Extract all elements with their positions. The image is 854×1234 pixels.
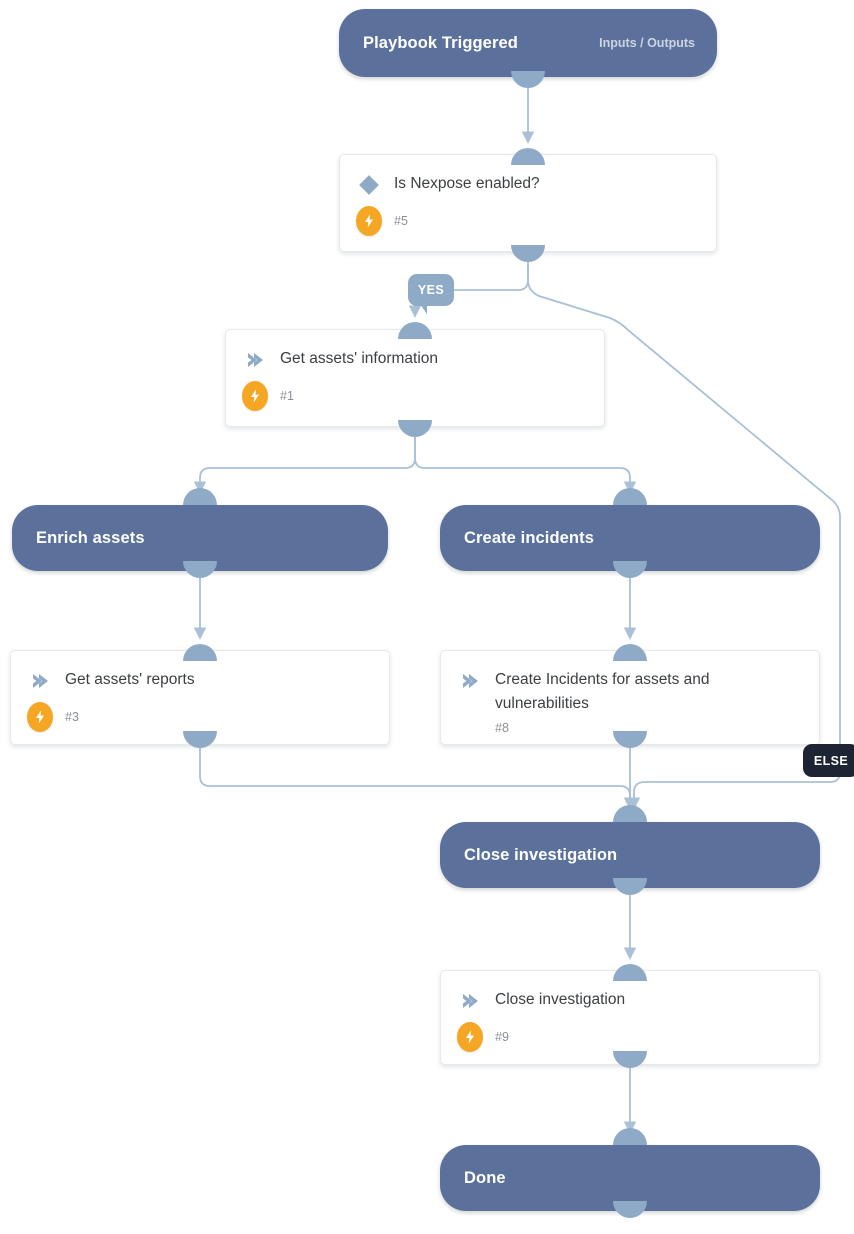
port-decision-in bbox=[511, 148, 545, 165]
task-label: Get assets' reports bbox=[65, 671, 195, 688]
playbook-canvas[interactable]: Playbook Triggered Inputs / Outputs Is N… bbox=[0, 0, 854, 1234]
task-number: #9 bbox=[495, 1030, 509, 1044]
lightning-bolt-icon bbox=[242, 381, 268, 411]
node-title: Enrich assets bbox=[36, 528, 145, 547]
port-incidents-task-out bbox=[613, 731, 647, 748]
node-get-assets-information[interactable]: Get assets' information #1 bbox=[225, 329, 605, 427]
task-number: #5 bbox=[394, 214, 408, 228]
task-footer: #3 bbox=[11, 702, 389, 732]
node-title: Close investigation bbox=[464, 845, 618, 864]
task-label: Get assets' information bbox=[280, 350, 439, 367]
task-number: #3 bbox=[65, 710, 79, 724]
port-create-out bbox=[613, 561, 647, 578]
port-enrich-in bbox=[183, 488, 217, 505]
badge-tail bbox=[420, 304, 427, 314]
branch-badge-else[interactable]: ELSE bbox=[803, 744, 854, 777]
branch-badge-yes-label: YES bbox=[417, 283, 445, 297]
bolt-slot bbox=[242, 381, 268, 411]
port-info-out bbox=[398, 420, 432, 437]
edge-reports-to-close bbox=[199, 748, 637, 810]
port-incidents-task-in bbox=[613, 644, 647, 661]
lightning-bolt-icon bbox=[356, 206, 382, 236]
task-label: Close investigation bbox=[495, 991, 626, 1008]
task-footer: #5 bbox=[340, 206, 716, 236]
port-done-in bbox=[613, 1128, 647, 1145]
inputs-outputs-link[interactable]: Inputs / Outputs bbox=[599, 36, 695, 50]
bolt-slot bbox=[27, 702, 53, 732]
chevron-right-icon bbox=[242, 347, 268, 371]
task-footer: #1 bbox=[226, 381, 604, 411]
chevron-right-icon bbox=[457, 988, 483, 1012]
port-create-in bbox=[613, 488, 647, 505]
node-title: Create incidents bbox=[464, 528, 594, 547]
node-title: Done bbox=[464, 1168, 506, 1187]
task-label: Create Incidents for assets and vulnerab… bbox=[495, 671, 710, 712]
port-decision-out bbox=[511, 245, 545, 262]
diamond-icon bbox=[356, 172, 382, 196]
chevron-right-icon bbox=[27, 668, 53, 692]
task-number: #1 bbox=[280, 389, 294, 403]
port-enrich-out bbox=[183, 561, 217, 578]
node-playbook-triggered[interactable]: Playbook Triggered Inputs / Outputs bbox=[339, 9, 717, 77]
port-close-section-in bbox=[613, 805, 647, 822]
port-trigger-out bbox=[511, 71, 545, 88]
lightning-bolt-icon bbox=[457, 1022, 483, 1052]
task-footer: #9 bbox=[441, 1022, 819, 1052]
branch-badge-yes[interactable]: YES bbox=[408, 274, 454, 314]
task-label: Is Nexpose enabled? bbox=[394, 175, 540, 192]
port-reports-in bbox=[183, 644, 217, 661]
port-done-out bbox=[613, 1201, 647, 1218]
port-info-in bbox=[398, 322, 432, 339]
branch-badge-else-label: ELSE bbox=[813, 753, 849, 768]
bolt-slot bbox=[356, 206, 382, 236]
edge-info-to-enrich bbox=[193, 437, 416, 494]
bolt-slot bbox=[457, 1022, 483, 1052]
chevron-right-icon bbox=[457, 668, 483, 692]
lightning-bolt-icon bbox=[27, 702, 53, 732]
node-title: Playbook Triggered bbox=[363, 33, 518, 52]
edge-info-to-create-incidents bbox=[414, 437, 637, 494]
port-close-task-in bbox=[613, 964, 647, 981]
port-close-task-out bbox=[613, 1051, 647, 1068]
port-close-section-out bbox=[613, 878, 647, 895]
port-reports-out bbox=[183, 731, 217, 748]
node-is-nexpose-enabled[interactable]: Is Nexpose enabled? #5 bbox=[339, 154, 717, 252]
task-number: #8 bbox=[495, 721, 509, 735]
